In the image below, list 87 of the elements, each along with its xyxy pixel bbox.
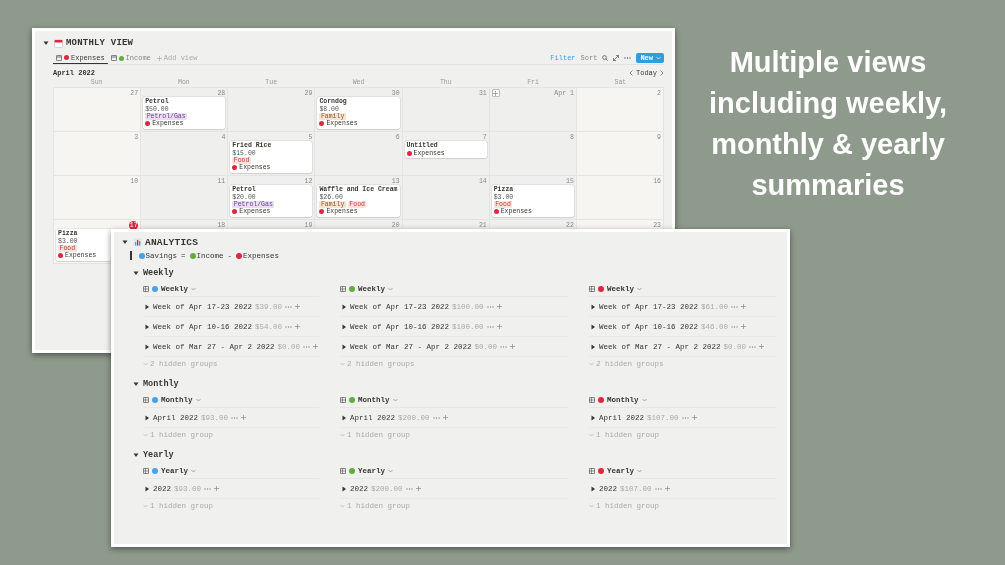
chevron-left-icon[interactable] [629, 70, 633, 76]
more-icon[interactable] [405, 486, 413, 491]
plus-icon [156, 55, 162, 61]
caret-icon[interactable] [133, 381, 139, 387]
caret-icon[interactable] [341, 303, 347, 310]
more-icon[interactable] [303, 344, 311, 349]
calendar-icon [54, 38, 63, 48]
table-icon [340, 397, 346, 403]
plus-icon[interactable] [496, 304, 502, 309]
caret-icon[interactable] [341, 485, 347, 492]
table-icon [143, 397, 149, 403]
table-icon [143, 286, 149, 292]
more-icon[interactable] [749, 344, 757, 349]
more-icon[interactable] [731, 304, 739, 309]
plus-icon[interactable] [664, 486, 670, 491]
chevron-right-icon[interactable] [660, 70, 664, 76]
caret-icon[interactable] [43, 40, 49, 46]
plus-icon[interactable] [241, 415, 247, 420]
plus-icon[interactable] [295, 304, 301, 309]
section-title: MONTHLY VIEW [66, 38, 134, 48]
table-icon [340, 286, 346, 292]
plus-icon[interactable] [415, 486, 421, 491]
section-heading: Weekly [143, 268, 174, 278]
plus-icon[interactable] [313, 344, 319, 349]
section-heading: Yearly [143, 450, 174, 460]
more-icon[interactable] [654, 486, 662, 491]
more-icon[interactable] [624, 56, 632, 60]
add-button[interactable] [491, 89, 500, 97]
caret-icon[interactable] [341, 323, 347, 330]
plus-icon [493, 90, 499, 96]
caret-icon[interactable] [144, 303, 150, 310]
caret-icon[interactable] [144, 414, 150, 421]
more-icon[interactable] [486, 324, 494, 329]
chevron-down-icon[interactable] [388, 469, 393, 473]
caret-icon[interactable] [144, 485, 150, 492]
plus-icon[interactable] [741, 324, 747, 329]
calendar-icon [56, 54, 62, 61]
caret-icon[interactable] [133, 270, 139, 276]
caret-icon[interactable] [144, 323, 150, 330]
expand-icon[interactable] [613, 55, 620, 61]
caret-icon[interactable] [144, 343, 150, 350]
more-icon[interactable] [285, 324, 293, 329]
plus-icon[interactable] [214, 486, 220, 491]
chevron-down-icon[interactable] [637, 469, 642, 473]
more-icon[interactable] [486, 304, 494, 309]
table-icon [340, 468, 346, 474]
caret-icon[interactable] [122, 239, 128, 245]
plus-icon[interactable] [295, 324, 301, 329]
bar-chart-icon [133, 237, 142, 247]
section-title: ANALYTICS [145, 236, 199, 248]
caret-icon[interactable] [590, 323, 596, 330]
chevron-down-icon[interactable] [195, 398, 201, 402]
caret-icon[interactable] [590, 485, 596, 492]
table-icon [589, 468, 595, 474]
more-icon[interactable] [681, 415, 689, 420]
plus-icon[interactable] [741, 304, 747, 309]
more-icon[interactable] [204, 486, 212, 491]
search-icon[interactable] [602, 55, 609, 61]
more-icon[interactable] [285, 304, 293, 309]
caret-icon[interactable] [341, 343, 347, 350]
chevron-down-icon[interactable] [641, 398, 647, 402]
plus-icon[interactable] [442, 415, 448, 420]
caret-icon[interactable] [590, 414, 596, 421]
section-heading: Monthly [143, 379, 179, 389]
caret-icon[interactable] [341, 414, 347, 421]
table-icon [589, 397, 595, 403]
plus-icon[interactable] [691, 415, 697, 420]
more-icon[interactable] [231, 415, 239, 420]
headline-text: Multiple views including weekly, monthly & yearly summaries [708, 45, 948, 203]
more-icon[interactable] [731, 324, 739, 329]
chevron-down-icon[interactable] [637, 287, 642, 291]
chevron-down-icon [656, 56, 661, 60]
table-icon [589, 286, 595, 292]
calendar-icon [110, 55, 117, 61]
caret-icon[interactable] [590, 303, 596, 310]
chevron-down-icon[interactable] [191, 287, 196, 291]
plus-icon[interactable] [496, 324, 502, 329]
plus-icon[interactable] [510, 344, 516, 349]
caret-icon[interactable] [133, 452, 139, 458]
more-icon[interactable] [500, 344, 508, 349]
more-icon[interactable] [432, 415, 440, 420]
chevron-down-icon[interactable] [191, 469, 196, 473]
caret-icon[interactable] [590, 343, 596, 350]
plus-icon[interactable] [759, 344, 765, 349]
table-icon [143, 468, 149, 474]
chevron-down-icon[interactable] [392, 398, 398, 402]
chevron-down-icon[interactable] [388, 287, 393, 291]
